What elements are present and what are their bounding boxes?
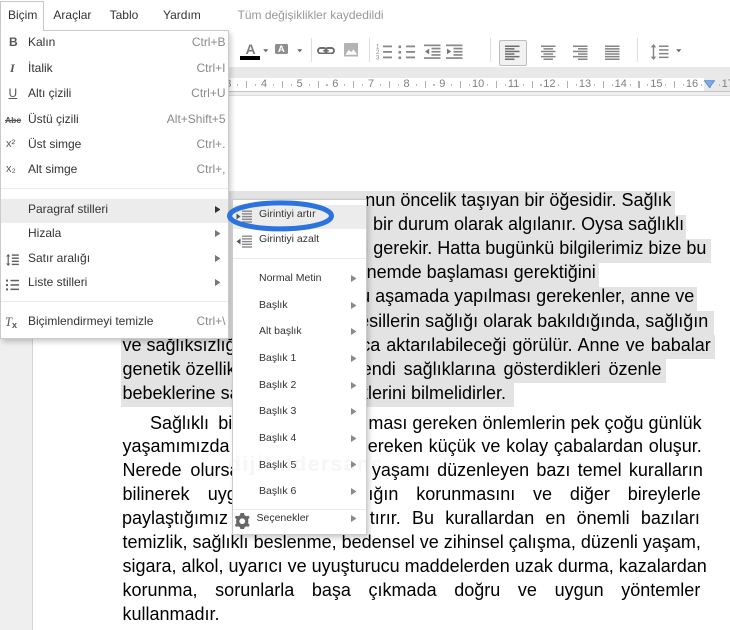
svg-text:3: 3 <box>376 56 380 60</box>
